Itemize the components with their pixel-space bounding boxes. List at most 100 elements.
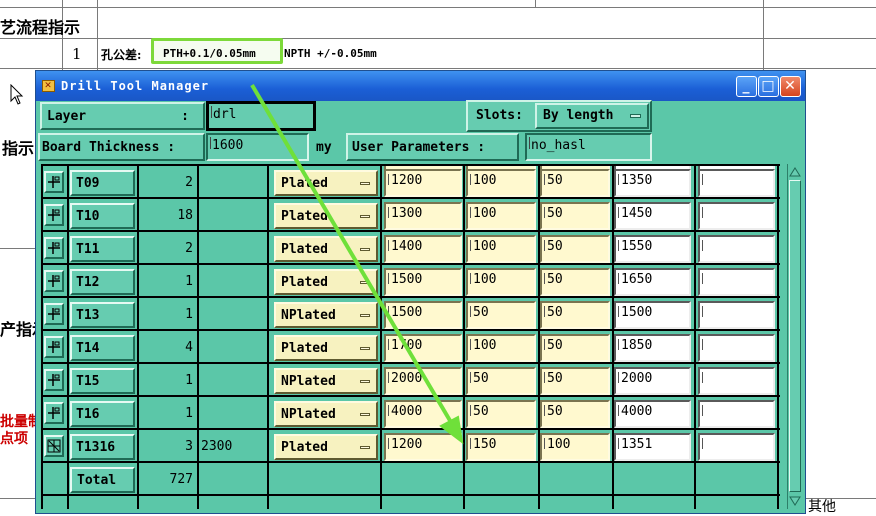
comment-field[interactable]	[698, 433, 775, 461]
plating-type-select[interactable]: NPlated	[274, 401, 378, 427]
comment-field[interactable]	[698, 334, 775, 362]
tolerance-plus-field[interactable]: 50	[466, 400, 536, 428]
tolerance-minus-field[interactable]: 50	[540, 334, 610, 362]
comment-field[interactable]	[698, 202, 775, 230]
table-row: T10 18 Plated 1300 100 50 1450	[41, 199, 780, 232]
tolerance-plus-field[interactable]: 100	[466, 235, 536, 263]
finished-size-field[interactable]: 1850	[614, 334, 691, 362]
length-field[interactable]: 1200	[384, 433, 462, 461]
layer-label: Layer :	[40, 102, 205, 130]
expand-grid-icon[interactable]	[44, 435, 64, 457]
plating-type-select[interactable]: NPlated	[274, 302, 378, 328]
maximize-button[interactable]: □	[758, 76, 779, 97]
dropdown-indicator-icon	[360, 413, 370, 416]
scroll-up-arrow-icon[interactable]	[789, 165, 801, 179]
scrollbar-thumb[interactable]	[789, 180, 801, 492]
expand-plus-icon[interactable]	[44, 369, 64, 391]
board-thickness-input[interactable]: 1600	[206, 133, 309, 161]
length-field[interactable]: 1200	[384, 169, 462, 197]
vertical-scrollbar[interactable]	[787, 164, 802, 509]
tolerance-plus-field[interactable]: 100	[466, 169, 536, 197]
expand-plus-icon[interactable]	[44, 402, 64, 424]
slots-select-value: By length	[543, 108, 614, 123]
finished-size-field[interactable]: 1351	[614, 433, 691, 461]
tolerance-plus-field[interactable]: 100	[466, 334, 536, 362]
column-separator	[463, 164, 465, 509]
scroll-down-arrow-icon[interactable]	[789, 494, 801, 508]
tolerance-plus-field[interactable]: 150	[466, 433, 536, 461]
comment-field[interactable]	[698, 367, 775, 395]
dropdown-indicator-icon	[360, 182, 370, 185]
tool-button[interactable]: T12	[70, 269, 135, 295]
finished-size-field[interactable]: 1500	[614, 301, 691, 329]
plating-type-value: NPlated	[281, 308, 336, 323]
tool-button[interactable]: T16	[70, 401, 135, 427]
tolerance-minus-field[interactable]: 50	[540, 301, 610, 329]
finished-size-field[interactable]: 4000	[614, 400, 691, 428]
length-field[interactable]: 1300	[384, 202, 462, 230]
expand-plus-icon[interactable]	[44, 303, 64, 325]
tool-button[interactable]: T1316	[70, 434, 135, 460]
tolerance-minus-field[interactable]: 50	[540, 367, 610, 395]
table-row: T1316 3 2300 Plated 1200 150 100 1351	[41, 430, 780, 463]
board-thickness-unit: my	[316, 140, 332, 155]
finished-size-field[interactable]: 1450	[614, 202, 691, 230]
tolerance-plus-field[interactable]: 50	[466, 301, 536, 329]
finished-size-field[interactable]: 1650	[614, 268, 691, 296]
comment-field[interactable]	[698, 169, 775, 197]
hole-count: 1	[185, 307, 193, 322]
layer-input[interactable]: drl	[206, 101, 316, 131]
length-field[interactable]: 1400	[384, 235, 462, 263]
tool-button[interactable]: T09	[70, 170, 135, 196]
tolerance-plus-field[interactable]: 100	[466, 268, 536, 296]
plating-type-select[interactable]: Plated	[274, 170, 378, 196]
tolerance-plus-field[interactable]: 50	[466, 367, 536, 395]
plating-type-select[interactable]: Plated	[274, 236, 378, 262]
tool-button[interactable]: T11	[70, 236, 135, 262]
doc-row-index: 1	[72, 45, 82, 63]
plating-type-select[interactable]: NPlated	[274, 368, 378, 394]
tolerance-minus-field[interactable]: 100	[540, 433, 610, 461]
window-titlebar[interactable]: ✕ Drill Tool Manager _ □ ✕	[36, 71, 805, 101]
comment-field[interactable]	[698, 235, 775, 263]
minimize-button[interactable]: _	[736, 76, 757, 97]
length-field[interactable]: 4000	[384, 400, 462, 428]
close-button[interactable]: ✕	[780, 76, 801, 97]
plating-type-select[interactable]: Plated	[274, 335, 378, 361]
row-separator	[41, 329, 780, 331]
comment-field[interactable]	[698, 400, 775, 428]
finished-size-field[interactable]: 1350	[614, 169, 691, 197]
tool-button[interactable]: T15	[70, 368, 135, 394]
tool-button[interactable]: T14	[70, 335, 135, 361]
plating-type-select[interactable]: Plated	[274, 203, 378, 229]
finished-size-field[interactable]: 1550	[614, 235, 691, 263]
comment-field[interactable]	[698, 268, 775, 296]
tolerance-minus-field[interactable]: 50	[540, 169, 610, 197]
tolerance-minus-field[interactable]: 50	[540, 202, 610, 230]
hole-count: 3	[185, 439, 193, 454]
finished-size-field[interactable]: 2000	[614, 367, 691, 395]
tolerance-plus-field[interactable]: 100	[466, 202, 536, 230]
plating-type-value: Plated	[281, 242, 328, 257]
length-field[interactable]: 1500	[384, 301, 462, 329]
expand-plus-icon[interactable]	[44, 336, 64, 358]
tolerance-minus-field[interactable]: 50	[540, 268, 610, 296]
tolerance-minus-field[interactable]: 50	[540, 400, 610, 428]
user-parameters-input[interactable]: no_hasl	[525, 133, 652, 161]
column-separator	[694, 164, 696, 509]
tool-button[interactable]: T13	[70, 302, 135, 328]
expand-plus-icon[interactable]	[44, 204, 64, 226]
expand-plus-icon[interactable]	[44, 270, 64, 292]
length-field[interactable]: 1500	[384, 268, 462, 296]
length-field[interactable]: 1700	[384, 334, 462, 362]
slots-select[interactable]: By length	[535, 103, 649, 129]
length-field[interactable]: 2000	[384, 367, 462, 395]
expand-plus-icon[interactable]	[44, 237, 64, 259]
plating-type-select[interactable]: Plated	[274, 434, 378, 460]
plating-type-value: Plated	[281, 176, 328, 191]
tolerance-minus-field[interactable]: 50	[540, 235, 610, 263]
comment-field[interactable]	[698, 301, 775, 329]
plating-type-select[interactable]: Plated	[274, 269, 378, 295]
tool-button[interactable]: T10	[70, 203, 135, 229]
expand-plus-icon[interactable]	[44, 171, 64, 193]
